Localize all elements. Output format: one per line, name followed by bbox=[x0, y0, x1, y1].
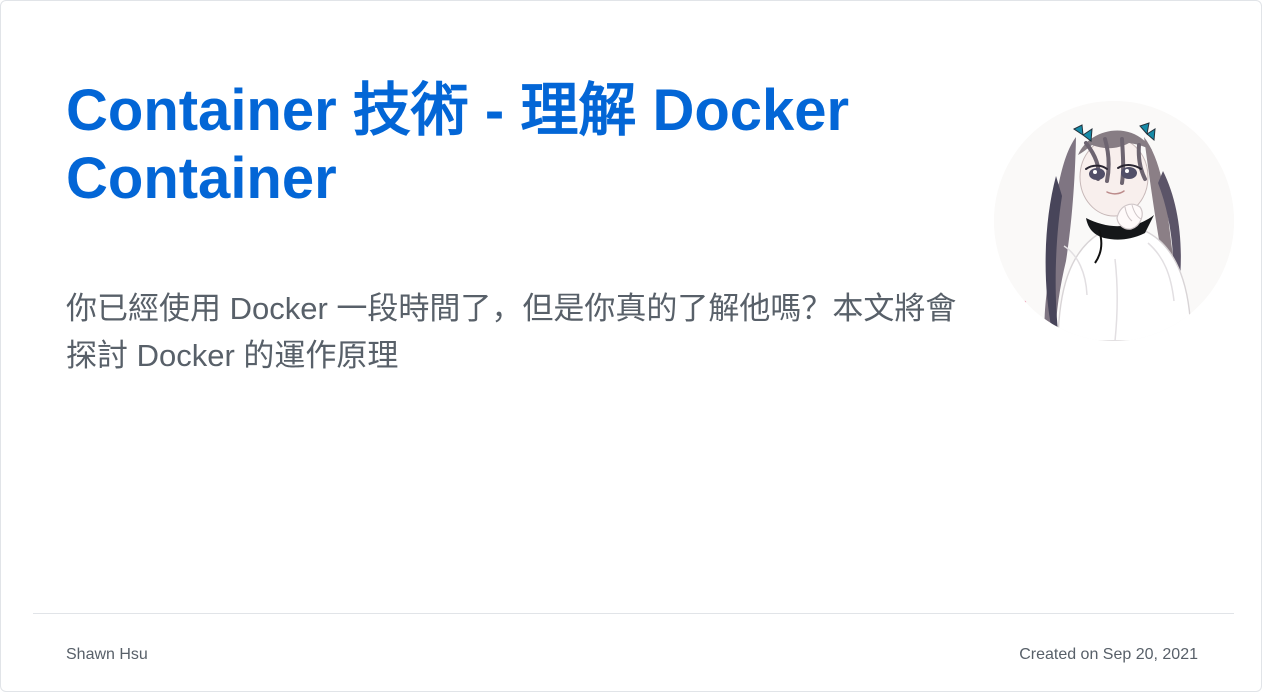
author-name: Shawn Hsu bbox=[66, 646, 148, 663]
footer-divider bbox=[33, 613, 1234, 614]
post-title: Container 技術 - 理解 Docker Container bbox=[66, 78, 850, 211]
post-description: 你已經使用 Docker 一段時間了，但是你真的了解他嗎？本文將會探討 Dock… bbox=[66, 291, 957, 373]
created-date: Created on Sep 20, 2021 bbox=[1019, 646, 1198, 663]
social-preview-card: Container 技術 - 理解 Docker Container 你已經使用… bbox=[0, 0, 1262, 692]
author-avatar bbox=[994, 101, 1234, 341]
avatar-illustration bbox=[994, 101, 1234, 341]
